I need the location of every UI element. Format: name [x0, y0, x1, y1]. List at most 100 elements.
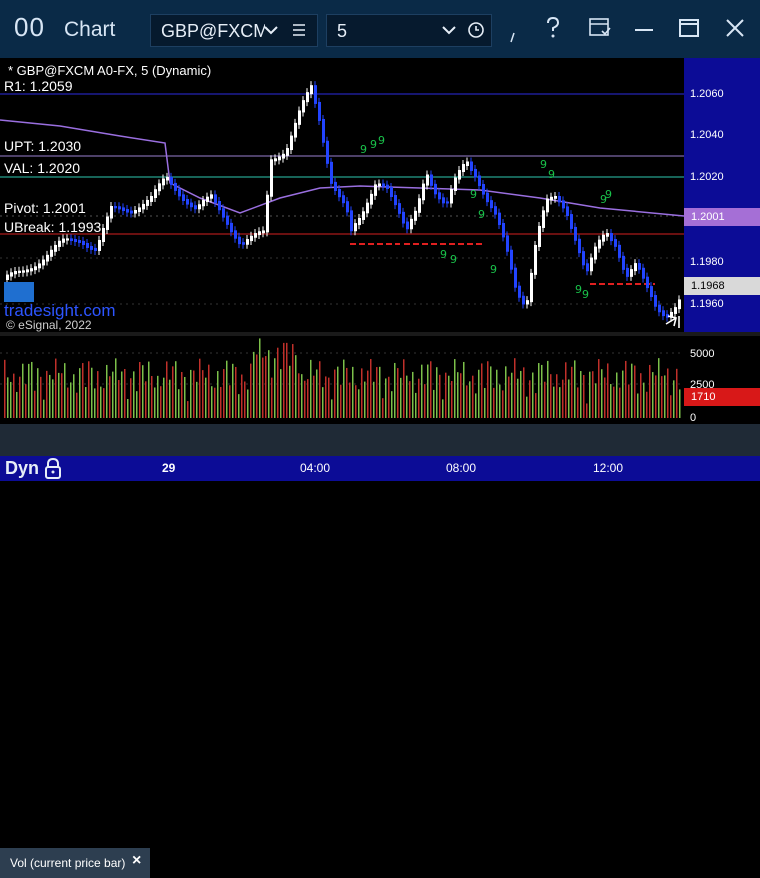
volume-bar	[214, 387, 216, 418]
volume-bar	[160, 386, 162, 418]
volume-bar	[253, 351, 255, 418]
candle-body	[350, 210, 353, 232]
volume-bar	[169, 379, 171, 418]
candle-body	[494, 206, 497, 215]
lock-icon[interactable]	[44, 458, 62, 479]
candle-body	[574, 226, 577, 241]
candle-body	[638, 263, 641, 270]
volume-bar	[418, 378, 420, 418]
volume-bar	[334, 369, 336, 418]
volume-bar	[319, 361, 321, 418]
volume-bar	[82, 363, 84, 418]
candle-body	[26, 269, 29, 273]
volume-panel-tab[interactable]: Vol (current price bar) ×	[0, 848, 150, 878]
sequence-mark: 9	[540, 158, 547, 171]
dynamic-mode-label[interactable]: Dyn	[5, 458, 39, 479]
price-tick: 1.2060	[690, 88, 724, 100]
candle-body	[326, 140, 329, 164]
sequence-mark: 9	[470, 188, 477, 201]
time-axis[interactable]: Dyn 29 04:00 08:00 12:00	[0, 456, 760, 481]
volume-bar	[73, 374, 75, 418]
volume-bar	[109, 376, 111, 418]
clock-icon[interactable]	[467, 21, 485, 39]
volume-bar	[421, 364, 423, 418]
candle-body	[482, 184, 485, 195]
symbol-input[interactable]: GBP@FXCM	[150, 14, 318, 47]
cursor-icon[interactable]	[508, 30, 520, 44]
candle-body	[134, 209, 137, 214]
volume-bar	[79, 368, 81, 418]
volume-bar	[379, 366, 381, 418]
candle-body	[186, 198, 189, 205]
candle-body	[18, 270, 21, 273]
volume-bar	[517, 378, 519, 418]
sequence-mark: 9	[490, 263, 497, 276]
volume-bar	[175, 361, 177, 418]
interval-input[interactable]: 5	[326, 14, 492, 47]
volume-tick: 5000	[690, 348, 715, 360]
volume-bar	[448, 375, 450, 418]
volume-bar	[43, 399, 45, 418]
pivot-price-tag: 1.2001	[684, 208, 760, 226]
time-tick: 12:00	[593, 461, 624, 475]
candle-body	[442, 197, 445, 204]
candle-body	[262, 230, 265, 234]
candle-body	[650, 286, 653, 298]
candle-body	[366, 202, 369, 214]
volume-bar	[97, 371, 99, 418]
volume-bar	[457, 372, 459, 418]
volume-bar	[592, 371, 594, 418]
candle-body	[182, 194, 185, 201]
candle-body	[226, 215, 229, 225]
volume-bar	[508, 376, 510, 418]
volume-bar	[52, 379, 54, 418]
volume-bar	[547, 360, 549, 418]
volume-bar	[22, 363, 24, 418]
candle-body	[422, 183, 425, 201]
candle-body	[218, 200, 221, 211]
layout-icon[interactable]	[588, 17, 612, 39]
volume-bar	[559, 387, 561, 418]
candle-body	[114, 206, 117, 209]
price-axis[interactable]: 1.2060 1.2040 1.2020 1.2001 1.1980 1.196…	[684, 58, 760, 332]
price-chart[interactable]: 99999999999999 * GBP@FXCM A0-FX, 5 (Dyna…	[0, 58, 684, 332]
maximize-icon[interactable]	[678, 18, 700, 38]
volume-bar	[487, 361, 489, 418]
volume-bar	[472, 375, 474, 418]
volume-bar	[556, 374, 558, 418]
candle-body	[146, 199, 149, 206]
candle-body	[122, 207, 125, 212]
volume-bar	[652, 372, 654, 418]
volume-bar	[553, 386, 555, 418]
candle-body	[618, 244, 621, 258]
help-icon[interactable]	[543, 16, 563, 40]
volume-bar	[526, 396, 528, 418]
volume-bar	[223, 369, 225, 418]
candle-body	[402, 211, 405, 224]
volume-bar	[91, 367, 93, 418]
volume-bar	[484, 387, 486, 418]
candle-body	[570, 214, 573, 229]
volume-bar	[238, 394, 240, 418]
candle-body	[370, 193, 373, 205]
candle-body	[46, 254, 49, 262]
candle-body	[126, 209, 129, 213]
chevron-down-icon[interactable]	[441, 24, 457, 36]
minimize-icon[interactable]	[634, 28, 654, 32]
scroll-to-end-icon[interactable]	[665, 315, 680, 328]
list-menu-icon[interactable]	[291, 22, 307, 38]
candle-body	[266, 194, 269, 233]
r1-label: R1: 1.2059	[4, 78, 73, 94]
volume-bar	[541, 364, 543, 418]
volume-bar	[520, 370, 522, 418]
candle-body	[426, 174, 429, 186]
candle-body	[406, 221, 409, 230]
volume-bar	[88, 361, 90, 418]
close-panel-icon[interactable]: ×	[132, 852, 141, 870]
volume-chart[interactable]	[0, 336, 684, 424]
candle-body	[282, 153, 285, 159]
close-icon[interactable]	[725, 18, 745, 38]
chevron-down-icon[interactable]	[263, 24, 279, 36]
volume-bar	[40, 376, 42, 418]
volume-bar	[196, 381, 198, 418]
